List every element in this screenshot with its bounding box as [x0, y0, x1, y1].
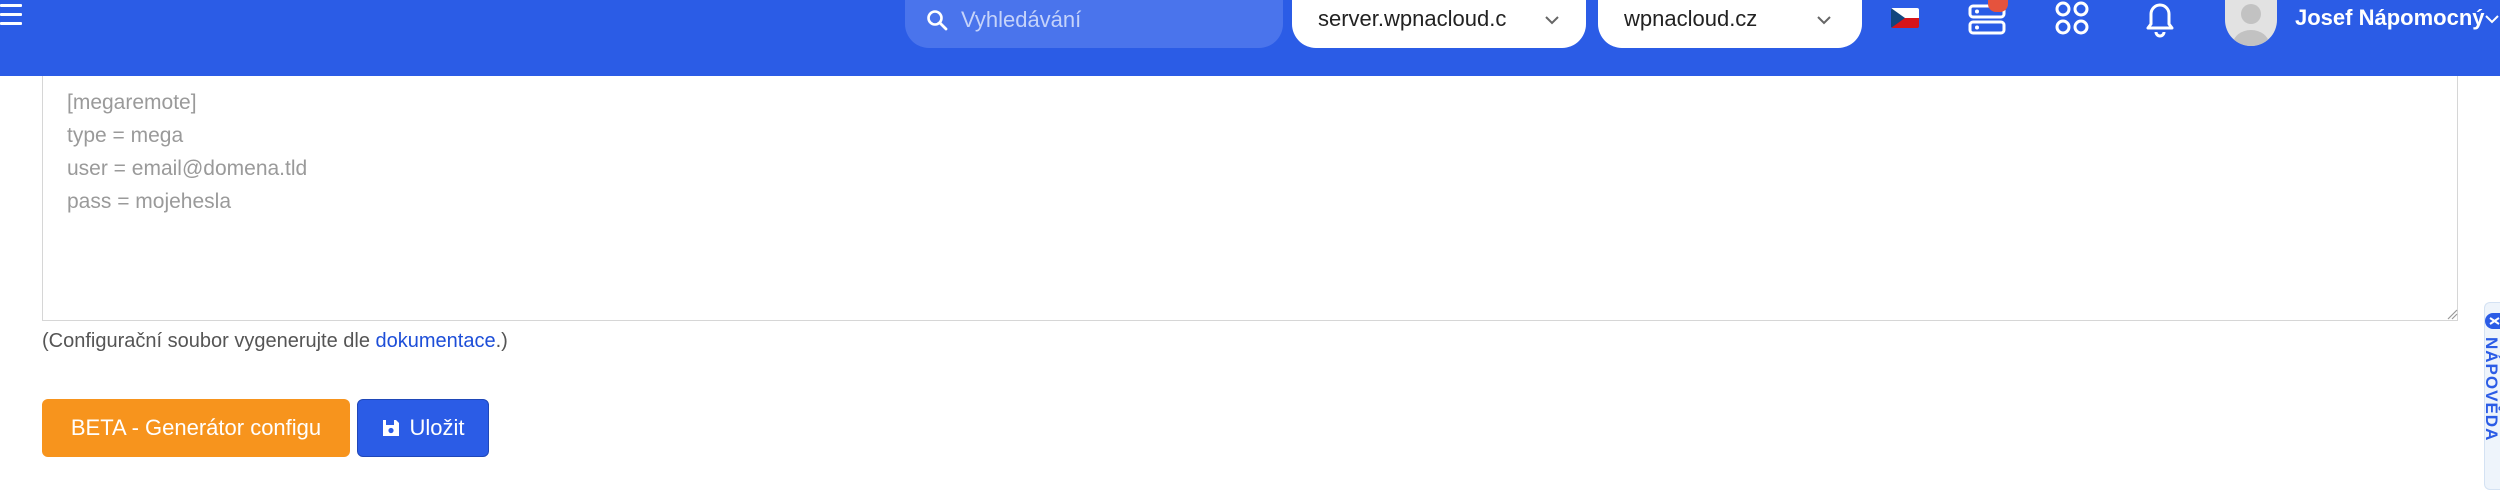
- help-side-tab[interactable]: NÁPOVĚDA: [2484, 302, 2500, 490]
- documentation-link[interactable]: dokumentace: [376, 330, 496, 352]
- avatar-icon: [2233, 4, 2269, 46]
- help-text-after: .): [495, 330, 508, 352]
- menu-icon[interactable]: [0, 4, 22, 34]
- chevron-down-icon[interactable]: [2484, 10, 2500, 28]
- bell-icon[interactable]: [2140, 0, 2180, 40]
- server-select-value: server.wpnacloud.c: [1318, 6, 1507, 31]
- search-input[interactable]: [961, 4, 1261, 36]
- search-box[interactable]: [905, 0, 1283, 48]
- apps-grid-icon[interactable]: [2054, 0, 2094, 40]
- avatar[interactable]: [2225, 0, 2277, 46]
- search-icon: [927, 10, 948, 31]
- config-help-text: (Configurační soubor vygenerujte dle dok…: [42, 330, 508, 353]
- floppy-disk-icon: [383, 420, 400, 436]
- chevron-down-icon: [1545, 16, 1559, 25]
- close-icon[interactable]: [2485, 313, 2500, 329]
- domain-select-value: wpnacloud.cz: [1624, 6, 1758, 31]
- cz-flag-icon[interactable]: [1891, 8, 1919, 28]
- top-navbar: server.wpnacloud.c wpnacloud.cz: [0, 0, 2500, 76]
- help-tab-label: NÁPOVĚDA: [2484, 337, 2500, 442]
- chevron-down-icon: [1817, 16, 1831, 25]
- save-button[interactable]: Uložit: [357, 399, 489, 457]
- notification-badge: [1988, 0, 2008, 12]
- help-text-before: (Configurační soubor vygenerujte dle: [42, 330, 376, 352]
- config-textarea[interactable]: [megaremote] type = mega user = email@do…: [42, 76, 2458, 321]
- user-name[interactable]: Josef Nápomocný: [2295, 5, 2485, 31]
- domain-select[interactable]: wpnacloud.cz: [1598, 0, 1862, 48]
- resize-handle-icon[interactable]: [2446, 308, 2458, 320]
- save-button-label: Uložit: [409, 415, 465, 440]
- server-select[interactable]: server.wpnacloud.c: [1292, 0, 1586, 48]
- beta-config-generator-button[interactable]: BETA - Generátor configu: [42, 399, 350, 457]
